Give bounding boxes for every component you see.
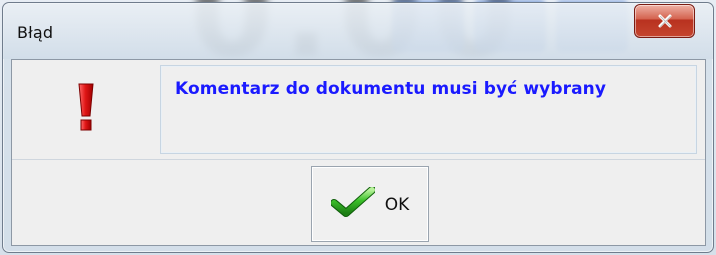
dialog-title: Błąd [17, 23, 54, 42]
ok-label: OK [384, 194, 410, 215]
error-dialog-window: Błąd Komentarz do dokumentu musi być wyb… [2, 2, 714, 253]
close-button[interactable] [634, 4, 695, 38]
close-icon [656, 12, 674, 30]
exclamation-icon [75, 82, 97, 136]
error-message: Komentarz do dokumentu musi być wybrany [175, 79, 607, 99]
checkmark-icon [329, 186, 376, 221]
ok-button[interactable]: OK [311, 166, 429, 242]
dialog-content: Komentarz do dokumentu musi być wybrany [11, 59, 706, 246]
dialog-titlebar[interactable]: Błąd [3, 3, 713, 59]
separator [12, 159, 705, 160]
message-panel: Komentarz do dokumentu musi być wybrany [160, 65, 697, 154]
error-icon-area [12, 60, 159, 158]
